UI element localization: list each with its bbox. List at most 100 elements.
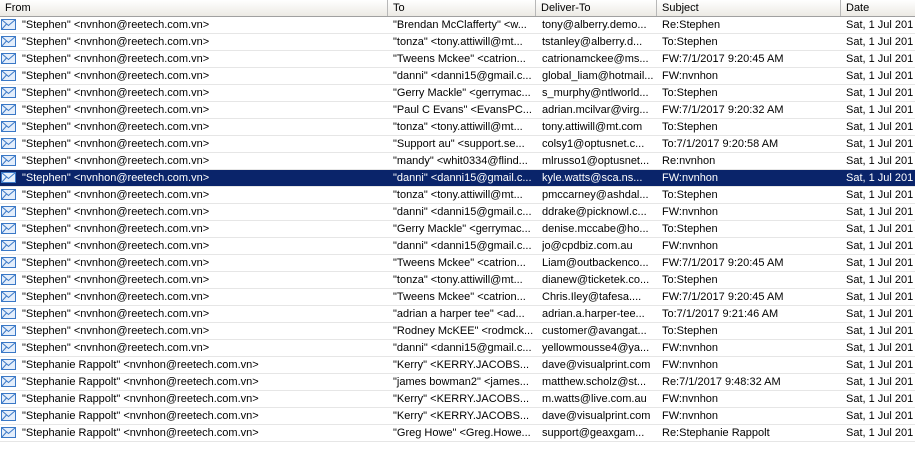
message-row[interactable]: "Stephen" <nvnhon@reetech.com.vn> "Rodney… — [0, 323, 915, 340]
cell-from: "Stephen" <nvnhon@reetech.com.vn> — [22, 240, 210, 252]
message-row[interactable]: "Stephen" <nvnhon@reetech.com.vn> "Tweens… — [0, 289, 915, 306]
message-row[interactable]: "Stephen" <nvnhon@reetech.com.vn> "tonza"… — [0, 187, 915, 204]
cell-date: Sat, 1 Jul 201 — [846, 223, 914, 235]
cell-deliver: Chris.Iley@tafesa.... — [542, 291, 642, 303]
cell-from: "Stephanie Rappolt" <nvnhon@reetech.com.… — [22, 393, 259, 405]
cell-deliver: kyle.watts@sca.ns... — [542, 172, 643, 184]
cell-subject: To:Stephen — [662, 121, 718, 133]
message-row[interactable]: "Stephanie Rappolt" <nvnhon@reetech.com.… — [0, 425, 915, 442]
cell-date: Sat, 1 Jul 201 — [846, 189, 914, 201]
envelope-icon — [1, 19, 16, 30]
cell-to: "Tweens Mckee" <catrion... — [393, 257, 526, 269]
cell-from: "Stephen" <nvnhon@reetech.com.vn> — [22, 257, 210, 269]
cell-deliver: matthew.scholz@st... — [542, 376, 647, 388]
cell-deliver: tony.attiwill@mt.com — [542, 121, 643, 133]
message-row[interactable]: "Stephanie Rappolt" <nvnhon@reetech.com.… — [0, 408, 915, 425]
cell-deliver: pmccarney@ashdal... — [542, 189, 649, 201]
cell-date: Sat, 1 Jul 201 — [846, 240, 914, 252]
cell-deliver: dave@visualprint.com — [542, 410, 651, 422]
cell-deliver: adrian.mcilvar@virg... — [542, 104, 649, 116]
cell-date: Sat, 1 Jul 201 — [846, 325, 914, 337]
cell-from: "Stephen" <nvnhon@reetech.com.vn> — [22, 291, 210, 303]
cell-date: Sat, 1 Jul 201 — [846, 291, 914, 303]
cell-to: "james bowman2" <james... — [393, 376, 529, 388]
cell-date: Sat, 1 Jul 201 — [846, 36, 914, 48]
cell-subject: FW:nvnhon — [662, 342, 719, 354]
cell-deliver: adrian.a.harper-tee... — [542, 308, 645, 320]
message-row[interactable]: "Stephen" <nvnhon@reetech.com.vn> "danni"… — [0, 68, 915, 85]
message-row[interactable]: "Stephanie Rappolt" <nvnhon@reetech.com.… — [0, 374, 915, 391]
cell-date: Sat, 1 Jul 201 — [846, 376, 914, 388]
column-header-to[interactable]: To — [388, 0, 536, 16]
cell-subject: Re:nvnhon — [662, 155, 716, 167]
cell-subject: FW:nvnhon — [662, 393, 719, 405]
cell-subject: Re:Stephen — [662, 19, 721, 31]
envelope-icon — [1, 87, 16, 98]
cell-subject: FW:7/1/2017 9:20:32 AM — [662, 104, 784, 116]
message-row[interactable]: "Stephen" <nvnhon@reetech.com.vn> "Suppor… — [0, 136, 915, 153]
envelope-icon — [1, 342, 16, 353]
cell-deliver: denise.mccabe@ho... — [542, 223, 649, 235]
cell-date: Sat, 1 Jul 201 — [846, 342, 914, 354]
cell-from: "Stephen" <nvnhon@reetech.com.vn> — [22, 36, 210, 48]
message-row[interactable]: "Stephen" <nvnhon@reetech.com.vn> "Gerry … — [0, 85, 915, 102]
message-row[interactable]: "Stephen" <nvnhon@reetech.com.vn> "tonza"… — [0, 119, 915, 136]
cell-from: "Stephen" <nvnhon@reetech.com.vn> — [22, 308, 210, 320]
cell-deliver: m.watts@live.com.au — [542, 393, 647, 405]
column-header-bar: From To Deliver-To Subject Date — [0, 0, 915, 17]
cell-date: Sat, 1 Jul 201 — [846, 104, 914, 116]
column-header-date[interactable]: Date — [841, 0, 915, 16]
message-row[interactable]: "Stephen" <nvnhon@reetech.com.vn> "mandy"… — [0, 153, 915, 170]
cell-date: Sat, 1 Jul 201 — [846, 138, 914, 150]
cell-subject: To:Stephen — [662, 36, 718, 48]
cell-from: "Stephanie Rappolt" <nvnhon@reetech.com.… — [22, 427, 259, 439]
message-row[interactable]: "Stephanie Rappolt" <nvnhon@reetech.com.… — [0, 357, 915, 374]
cell-from: "Stephen" <nvnhon@reetech.com.vn> — [22, 121, 210, 133]
message-row[interactable]: "Stephen" <nvnhon@reetech.com.vn> "danni"… — [0, 340, 915, 357]
cell-subject: FW:nvnhon — [662, 359, 719, 371]
cell-to: "Kerry" <KERRY.JACOBS... — [393, 410, 530, 422]
message-row[interactable]: "Stephanie Rappolt" <nvnhon@reetech.com.… — [0, 391, 915, 408]
message-row[interactable]: "Stephen" <nvnhon@reetech.com.vn> "Gerry … — [0, 221, 915, 238]
cell-to: "Greg Howe" <Greg.Howe... — [393, 427, 531, 439]
message-row[interactable]: "Stephen" <nvnhon@reetech.com.vn> "Paul C… — [0, 102, 915, 119]
cell-subject: To:Stephen — [662, 274, 718, 286]
cell-deliver: Liam@outbackenco... — [542, 257, 649, 269]
cell-subject: To:Stephen — [662, 189, 718, 201]
message-row[interactable]: "Stephen" <nvnhon@reetech.com.vn> "tonza"… — [0, 34, 915, 51]
cell-to: "Tweens Mckee" <catrion... — [393, 291, 526, 303]
cell-from: "Stephen" <nvnhon@reetech.com.vn> — [22, 70, 210, 82]
message-row[interactable]: "Stephen" <nvnhon@reetech.com.vn> "danni"… — [0, 170, 915, 187]
message-row[interactable]: "Stephen" <nvnhon@reetech.com.vn> "danni"… — [0, 204, 915, 221]
envelope-icon — [1, 189, 16, 200]
cell-to: "adrian a harper tee" <ad... — [393, 308, 525, 320]
envelope-icon — [1, 70, 16, 81]
cell-subject: To:7/1/2017 9:21:46 AM — [662, 308, 779, 320]
cell-deliver: yellowmousse4@ya... — [542, 342, 650, 354]
message-row[interactable]: "Stephen" <nvnhon@reetech.com.vn> "Tweens… — [0, 255, 915, 272]
column-header-subject[interactable]: Subject — [657, 0, 841, 16]
message-row[interactable]: "Stephen" <nvnhon@reetech.com.vn> "tonza"… — [0, 272, 915, 289]
envelope-icon — [1, 223, 16, 234]
column-header-from[interactable]: From — [0, 0, 388, 16]
cell-date: Sat, 1 Jul 201 — [846, 308, 914, 320]
cell-deliver: ddrake@picknowl.c... — [542, 206, 647, 218]
message-row[interactable]: "Stephen" <nvnhon@reetech.com.vn> "Tweens… — [0, 51, 915, 68]
cell-to: "danni" <danni15@gmail.c... — [393, 172, 532, 184]
cell-to: "tonza" <tony.attiwill@mt... — [393, 274, 523, 286]
cell-deliver: dianew@ticketek.co... — [542, 274, 650, 286]
cell-to: "danni" <danni15@gmail.c... — [393, 206, 532, 218]
message-row[interactable]: "Stephen" <nvnhon@reetech.com.vn> "danni"… — [0, 238, 915, 255]
cell-subject: To:Stephen — [662, 87, 718, 99]
cell-deliver: tony@alberry.demo... — [542, 19, 647, 31]
cell-from: "Stephanie Rappolt" <nvnhon@reetech.com.… — [22, 410, 259, 422]
cell-from: "Stephen" <nvnhon@reetech.com.vn> — [22, 155, 210, 167]
cell-date: Sat, 1 Jul 201 — [846, 427, 914, 439]
cell-date: Sat, 1 Jul 201 — [846, 410, 914, 422]
envelope-icon — [1, 410, 16, 421]
message-row[interactable]: "Stephen" <nvnhon@reetech.com.vn> "Brenda… — [0, 17, 915, 34]
cell-subject: To:7/1/2017 9:20:58 AM — [662, 138, 779, 150]
column-header-deliver-to[interactable]: Deliver-To — [536, 0, 657, 16]
message-row[interactable]: "Stephen" <nvnhon@reetech.com.vn> "adrian… — [0, 306, 915, 323]
envelope-icon — [1, 427, 16, 438]
